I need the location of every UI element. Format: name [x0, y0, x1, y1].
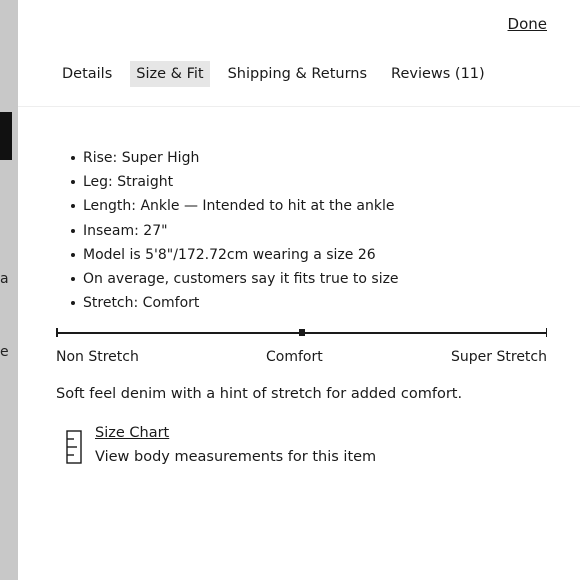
background-text-fragment: a — [0, 271, 9, 287]
spec-leg: Leg: Straight — [71, 170, 399, 194]
header-divider — [18, 106, 580, 107]
size-chart-subtitle: View body measurements for this item — [95, 449, 377, 465]
stretch-label-super-stretch: Super Stretch — [451, 349, 547, 365]
stretch-label-non-stretch: Non Stretch — [56, 349, 139, 365]
stretch-label-comfort: Comfort — [266, 349, 323, 365]
spec-model-size: Model is 5'8"/172.72cm wearing a size 26 — [71, 243, 399, 267]
spec-length: Length: Ankle — Intended to hit at the a… — [71, 194, 399, 218]
stretch-scale — [56, 326, 547, 340]
background-page-image — [0, 112, 12, 160]
background-text-fragment: e — [0, 344, 9, 360]
tab-shipping-returns[interactable]: Shipping & Returns — [222, 61, 373, 87]
ruler-icon — [66, 430, 82, 464]
spec-rise: Rise: Super High — [71, 146, 399, 170]
product-info-drawer: Done Details Size & Fit Shipping & Retur… — [18, 0, 580, 580]
stretch-scale-marker — [298, 329, 305, 336]
tab-size-fit[interactable]: Size & Fit — [130, 60, 210, 87]
stretch-scale-end-tick — [545, 328, 547, 337]
done-button[interactable]: Done — [508, 15, 547, 33]
spec-stretch: Stretch: Comfort — [71, 291, 399, 315]
spec-fit-feedback: On average, customers say it fits true t… — [71, 267, 399, 291]
tab-details[interactable]: Details — [56, 61, 118, 87]
info-tabs: Details Size & Fit Shipping & Returns Re… — [56, 59, 491, 88]
spec-inseam: Inseam: 27" — [71, 219, 399, 243]
size-chart-link[interactable]: Size Chart — [95, 425, 169, 441]
tab-reviews[interactable]: Reviews (11) — [385, 61, 491, 87]
fit-spec-list: Rise: Super High Leg: Straight Length: A… — [62, 146, 399, 315]
background-page-edge — [0, 0, 18, 580]
fit-description: Soft feel denim with a hint of stretch f… — [56, 386, 463, 402]
stretch-scale-start-tick — [56, 328, 58, 337]
